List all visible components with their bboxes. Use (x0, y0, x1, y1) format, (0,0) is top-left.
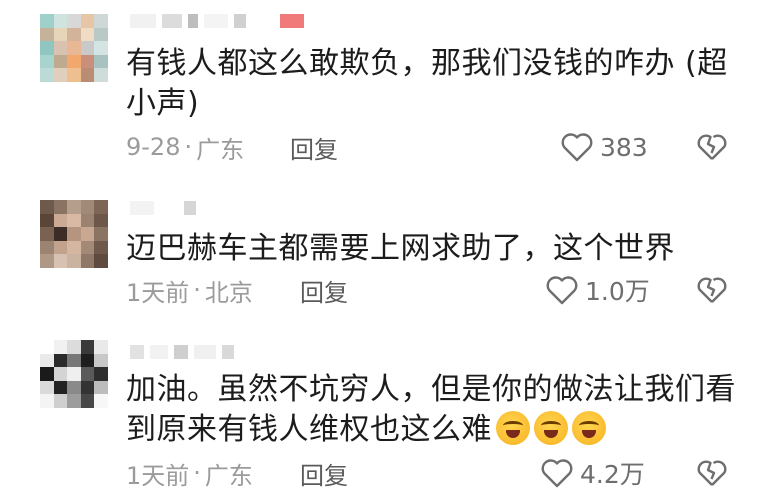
username-redacted[interactable] (130, 9, 304, 33)
user-avatar[interactable] (40, 340, 108, 408)
like-count: 4.2万 (580, 460, 645, 489)
comment-time: 9-28 (126, 133, 181, 161)
like-button[interactable]: 383 (560, 130, 648, 164)
user-avatar[interactable] (40, 14, 108, 82)
heart-outline-icon (545, 274, 579, 306)
crying-laughing-emoji (496, 411, 530, 445)
dislike-button[interactable] (695, 130, 729, 164)
meta-separator: · (184, 133, 193, 161)
broken-heart-icon (695, 456, 729, 488)
username-redacted[interactable] (130, 340, 234, 364)
comment-location: 广东 (196, 135, 245, 164)
meta-separator: · (193, 276, 201, 304)
broken-heart-icon (695, 130, 729, 162)
meta-separator: · (193, 459, 201, 487)
comment-meta: 9-28 · 广东 (126, 130, 244, 164)
dislike-button[interactable] (695, 273, 729, 307)
reply-button[interactable]: 回复 (300, 273, 348, 307)
broken-heart-icon (695, 273, 729, 305)
reply-button[interactable]: 回复 (290, 130, 338, 164)
comment-text: 迈巴赫车主都需要上网求助了，这个世界 (126, 231, 675, 266)
crying-laughing-emoji (572, 411, 606, 445)
like-count: 383 (600, 132, 648, 162)
comment-location: 北京 (204, 278, 253, 307)
comment-meta: 1天前 · 广东 (126, 456, 253, 490)
comment-text-content: 加油。虽然不坑穷人，但是你的做法让我们看到原来有钱人维权也这么难 (126, 372, 736, 447)
comment-time: 1天前 (126, 278, 190, 307)
comment-time: 1天前 (126, 461, 190, 490)
like-button[interactable]: 1.0万 (545, 273, 650, 307)
comment-text: 加油。虽然不坑穷人，但是你的做法让我们看到原来有钱人维权也这么难 (126, 370, 736, 450)
user-avatar[interactable] (40, 200, 108, 268)
comment-location: 广东 (204, 461, 253, 490)
like-button[interactable]: 4.2万 (540, 456, 645, 490)
username-redacted[interactable] (130, 196, 196, 220)
comment-meta: 1天前 · 北京 (126, 273, 253, 307)
dislike-button[interactable] (695, 456, 729, 490)
crying-laughing-emoji (534, 411, 568, 445)
heart-outline-icon (560, 131, 594, 163)
heart-outline-icon (540, 457, 574, 489)
reply-button[interactable]: 回复 (300, 456, 348, 490)
like-count: 1.0万 (585, 277, 650, 306)
comment-text: 有钱人都这么敢欺负，那我们没钱的咋办 (超小声) (126, 46, 728, 121)
